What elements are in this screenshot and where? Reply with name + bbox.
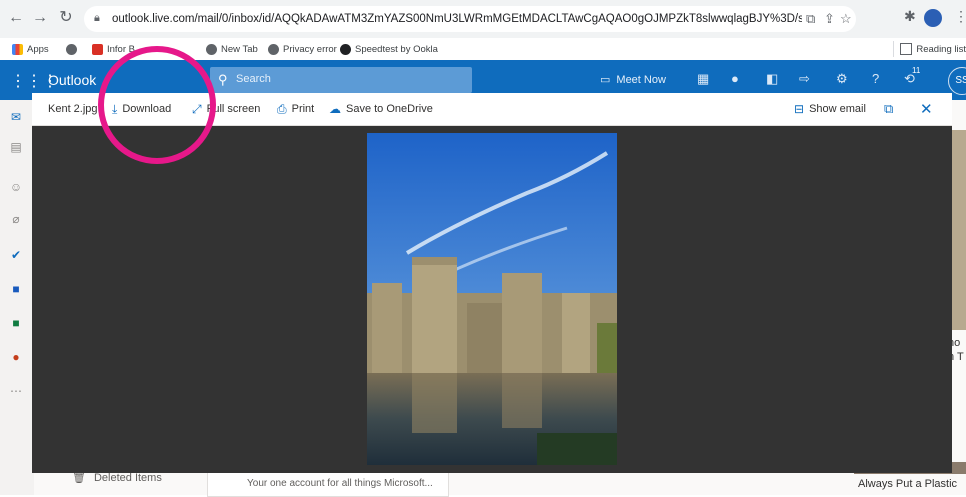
teams-grid-icon[interactable]: ▦	[697, 71, 709, 87]
avatar[interactable]: SS	[948, 67, 966, 95]
search-icon: ⚲	[218, 72, 228, 87]
todo-icon[interactable]: ⇨	[799, 71, 810, 87]
annotation-circle	[98, 46, 216, 164]
print-icon: ⎙	[277, 101, 287, 116]
email-icon: ⊟	[794, 102, 805, 116]
forward-arrow-icon[interactable]: →	[30, 8, 50, 28]
bookmark-new-tab[interactable]: New Tab	[206, 41, 258, 57]
save-to-onedrive-button[interactable]: ☁ Save to OneDrive	[329, 93, 433, 125]
meet-now-button[interactable]: ▭ Meet Now	[600, 73, 666, 87]
more-apps-icon[interactable]: ⋯	[6, 384, 26, 398]
file-name: Kent 2.jpg	[48, 103, 98, 115]
star-icon[interactable]: ☆	[840, 11, 852, 27]
ad-text[interactable]: Always Put a Plastic	[858, 478, 957, 490]
adobe-icon	[92, 43, 103, 55]
pop-out-icon[interactable]: ⧉	[884, 93, 893, 125]
reload-icon[interactable]: ↻	[56, 8, 76, 28]
globe-icon	[66, 43, 77, 55]
attachment-image	[367, 133, 617, 465]
background-thumbnail	[952, 130, 966, 330]
message-preview: Your one account for all things Microsof…	[247, 478, 433, 489]
bookmark-speedtest[interactable]: Speedtest by Ookla	[340, 41, 438, 57]
bookmark-privacy-error[interactable]: Privacy error	[268, 41, 337, 57]
url-text[interactable]: outlook.live.com/mail/0/inbox/id/AQQkADA…	[112, 6, 802, 32]
bookmark-apps[interactable]: Apps	[12, 41, 49, 57]
word-icon[interactable]: ■	[6, 282, 26, 296]
speedtest-icon	[340, 43, 351, 55]
notification-badge: 11	[912, 66, 921, 75]
attach-icon[interactable]: ⌀	[6, 212, 26, 226]
search-placeholder: Search	[236, 73, 271, 85]
address-bar[interactable]: 🔒︎ outlook.live.com/mail/0/inbox/id/AQQk…	[84, 6, 856, 32]
extensions-icon[interactable]: ✱	[904, 8, 916, 25]
back-arrow-icon[interactable]: ←	[6, 8, 26, 28]
mail-icon[interactable]: ✉	[6, 110, 26, 124]
excel-icon[interactable]: ■	[6, 316, 26, 330]
close-icon[interactable]: ✕	[920, 93, 933, 125]
video-icon: ▭	[600, 74, 611, 86]
calendar-icon[interactable]: ◧	[766, 71, 778, 87]
browser-toolbar: ← → ↻ 🔒︎ outlook.live.com/mail/0/inbox/i…	[0, 0, 966, 38]
show-email-button[interactable]: ⊟ Show email	[794, 93, 866, 125]
todo-check-icon[interactable]: ✔	[6, 248, 26, 262]
calendar-icon[interactable]: ▤	[6, 140, 26, 154]
skype-icon[interactable]: ●	[731, 71, 739, 86]
globe-icon	[268, 43, 279, 55]
share-icon[interactable]: ⇪	[824, 11, 835, 27]
reading-list-icon	[900, 43, 913, 55]
search-input[interactable]: ⚲ Search	[210, 67, 472, 93]
left-rail: ✉ ▤ ☺ ⌀ ✔ ■ ■ ● ⋯	[0, 100, 34, 495]
reading-list[interactable]: Reading list	[893, 41, 966, 57]
people-icon[interactable]: ☺	[6, 180, 26, 194]
menu-dots-icon[interactable]: ⋮	[954, 8, 966, 25]
bookmark-globe[interactable]	[66, 41, 81, 57]
install-icon[interactable]: ⧉	[806, 11, 815, 27]
settings-gear-icon[interactable]: ⚙	[836, 71, 848, 87]
lock-icon: 🔒︎	[94, 12, 100, 24]
globe-icon	[206, 43, 217, 55]
profile-icon[interactable]	[924, 9, 942, 27]
cloud-icon: ☁	[329, 102, 341, 116]
apps-grid-icon	[12, 43, 23, 55]
app-title[interactable]: Outlook	[48, 72, 96, 88]
print-button[interactable]: ⎙ Print	[277, 93, 314, 125]
castle-photo	[367, 133, 617, 465]
help-icon[interactable]: ?	[872, 71, 879, 86]
powerpoint-icon[interactable]: ●	[6, 350, 26, 364]
